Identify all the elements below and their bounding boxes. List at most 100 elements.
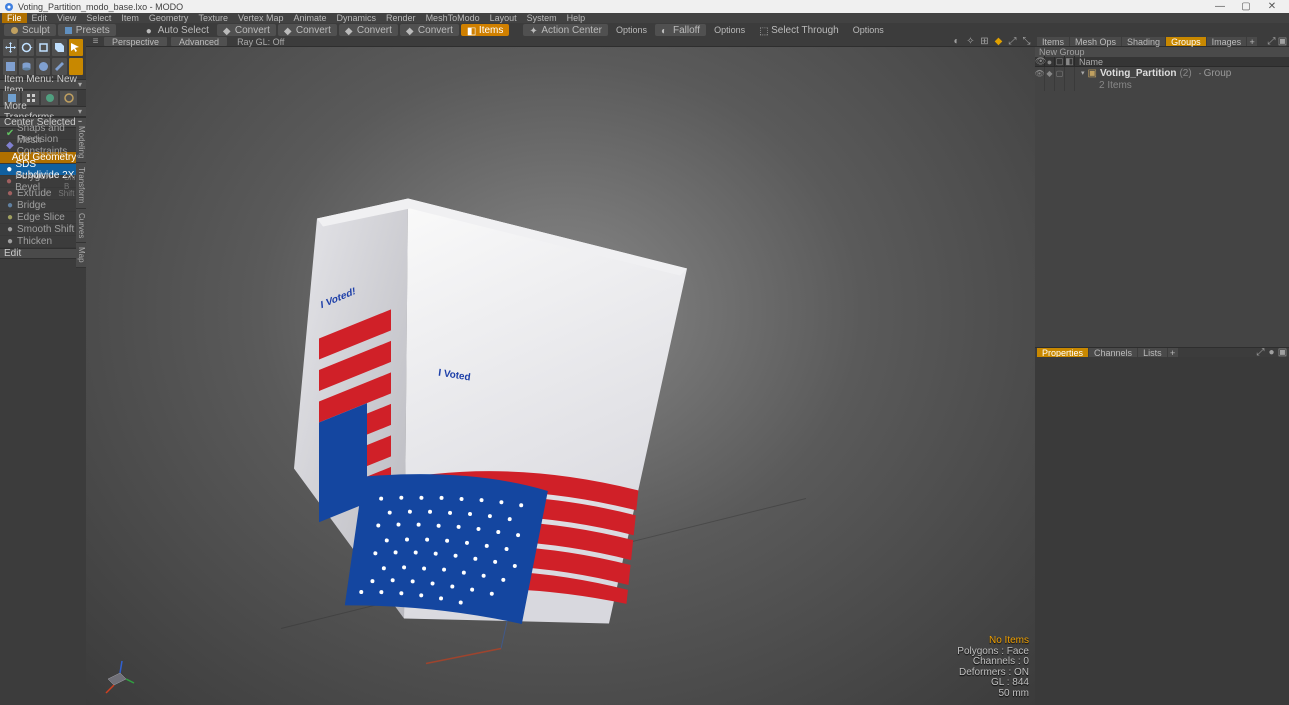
- tool-cylinder[interactable]: [19, 58, 33, 75]
- col-sel-icon[interactable]: ▢: [1055, 56, 1065, 67]
- item-menu-header[interactable]: Item Menu: New Item▾: [0, 79, 86, 90]
- col-lock-icon[interactable]: ●: [1045, 57, 1055, 67]
- window-title: Voting_Partition_modo_base.lxo - MODO: [18, 2, 1207, 12]
- props-dot-icon[interactable]: ●: [1267, 348, 1276, 357]
- 3d-viewport[interactable]: I Voted! I Voted: [86, 47, 1035, 705]
- tab-lists[interactable]: Lists: [1138, 348, 1167, 357]
- menu-render[interactable]: Render: [381, 13, 421, 23]
- edit-header[interactable]: Edit▾: [0, 248, 86, 259]
- view-advanced-tab[interactable]: Advanced: [171, 37, 227, 46]
- view-icon-6[interactable]: ⤡: [1022, 37, 1031, 46]
- viewport-menu-icon[interactable]: ≡: [91, 37, 100, 46]
- tab-add[interactable]: +: [1247, 37, 1257, 46]
- autoselect-icon: ●: [146, 26, 155, 35]
- dot-icon: ●: [6, 178, 12, 186]
- geom-thicken[interactable]: ●Thicken: [0, 236, 86, 248]
- view-icon-1[interactable]: ◐: [952, 37, 961, 46]
- tool-move[interactable]: [3, 39, 17, 56]
- left-panel: Item Menu: New Item▾ More Transforms▾ Ce…: [0, 37, 86, 705]
- view-icon-3[interactable]: ⊞: [980, 37, 989, 46]
- menu-layout[interactable]: Layout: [485, 13, 522, 23]
- view-icon-4[interactable]: ◆: [994, 37, 1003, 46]
- props-expand-icon[interactable]: ⤢: [1256, 348, 1265, 357]
- geom-bevel[interactable]: ●Polygon BevelShift B: [0, 176, 86, 188]
- menu-meshtomodo[interactable]: MeshToModo: [421, 13, 485, 23]
- menu-item[interactable]: Item: [116, 13, 144, 23]
- geom-bridge[interactable]: ●Bridge: [0, 200, 86, 212]
- select-through-icon: ⬚: [759, 26, 768, 35]
- menu-system[interactable]: System: [522, 13, 562, 23]
- geom-extrude[interactable]: ●ExtrudeShift X: [0, 188, 86, 200]
- tab-images[interactable]: Images: [1207, 37, 1247, 46]
- items-button[interactable]: ◧Items: [461, 24, 509, 36]
- menu-dynamics[interactable]: Dynamics: [332, 13, 382, 23]
- options-button-2[interactable]: Options: [708, 24, 751, 36]
- chevron-down-icon: ▾: [78, 80, 82, 89]
- menu-view[interactable]: View: [52, 13, 81, 23]
- panel-expand-icon[interactable]: ⤢: [1267, 37, 1276, 46]
- view-icon-5[interactable]: ⤢: [1008, 37, 1017, 46]
- menu-select[interactable]: Select: [81, 13, 116, 23]
- menu-vertex-map[interactable]: Vertex Map: [233, 13, 289, 23]
- tab-props-add[interactable]: +: [1168, 348, 1178, 357]
- properties-tabs: Properties Channels Lists + ⤢ ● ▣: [1035, 347, 1289, 357]
- props-close-icon[interactable]: ▣: [1278, 348, 1287, 357]
- convert-button-4[interactable]: ◆Convert: [400, 24, 459, 36]
- more-transforms-header[interactable]: More Transforms▾: [0, 106, 86, 117]
- item-tree: 👁◆▢ ▾ ▣ Voting_Partition (2) - Group 2 I…: [1035, 67, 1289, 347]
- tool-rotate[interactable]: [19, 39, 33, 56]
- tool-scale[interactable]: [36, 39, 50, 56]
- tab-items[interactable]: Items: [1037, 37, 1069, 46]
- tab-groups[interactable]: Groups: [1166, 37, 1206, 46]
- convert-button-2[interactable]: ◆Convert: [278, 24, 337, 36]
- ray-gl-label[interactable]: Ray GL: Off: [231, 37, 290, 47]
- falloff-icon: ◐: [661, 26, 670, 35]
- maximize-button[interactable]: ▢: [1233, 0, 1259, 13]
- tool-plane[interactable]: [52, 58, 66, 75]
- panel-close-icon[interactable]: ▣: [1278, 37, 1287, 46]
- items-icon: ◧: [467, 26, 476, 35]
- view-icon-2[interactable]: ✧: [966, 37, 975, 46]
- col-name[interactable]: Name: [1075, 57, 1289, 67]
- menu-edit[interactable]: Edit: [27, 13, 53, 23]
- sculpt-button[interactable]: Sculpt: [4, 24, 56, 36]
- view-perspective-tab[interactable]: Perspective: [104, 37, 167, 46]
- convert-button-3[interactable]: ◆Convert: [339, 24, 398, 36]
- menu-file[interactable]: File: [2, 13, 27, 23]
- axis-gizmo[interactable]: [96, 655, 136, 695]
- options-button-1[interactable]: Options: [610, 24, 653, 36]
- tool-transform[interactable]: [52, 39, 66, 56]
- col-vis-icon[interactable]: 👁: [1035, 56, 1045, 67]
- tab-properties[interactable]: Properties: [1037, 348, 1088, 357]
- geom-smooth-shift[interactable]: ●Smooth Shift: [0, 224, 86, 236]
- scene-render: I Voted! I Voted: [86, 47, 1035, 705]
- tree-root-row[interactable]: 👁◆▢ ▾ ▣ Voting_Partition (2) - Group: [1035, 67, 1289, 79]
- dot-icon: ●: [6, 166, 12, 174]
- tool-cube[interactable]: [3, 58, 17, 75]
- options-button-3[interactable]: Options: [847, 24, 890, 36]
- tab-channels[interactable]: Channels: [1089, 348, 1137, 357]
- tool-more[interactable]: [69, 58, 83, 75]
- convert-icon: ◆: [345, 26, 354, 35]
- menu-texture[interactable]: Texture: [193, 13, 233, 23]
- close-button[interactable]: ✕: [1259, 0, 1285, 13]
- col-color-icon[interactable]: ◧: [1065, 56, 1075, 67]
- menu-geometry[interactable]: Geometry: [144, 13, 194, 23]
- convert-button-1[interactable]: ◆Convert: [217, 24, 276, 36]
- minimize-button[interactable]: —: [1207, 0, 1233, 13]
- geom-edge-slice[interactable]: ●Edge Slice: [0, 212, 86, 224]
- chevron-down-icon: ▾: [1081, 69, 1085, 77]
- menu-help[interactable]: Help: [562, 13, 591, 23]
- auto-select-button[interactable]: ●Auto Select: [140, 24, 215, 36]
- menu-animate[interactable]: Animate: [288, 13, 331, 23]
- tab-mesh-ops[interactable]: Mesh Ops: [1070, 37, 1121, 46]
- falloff-button[interactable]: ◐Falloff: [655, 24, 706, 36]
- tool-select[interactable]: [69, 39, 83, 56]
- presets-button[interactable]: Presets: [58, 24, 116, 36]
- tool-sphere[interactable]: [36, 58, 50, 75]
- action-center-button[interactable]: ✦Action Center: [523, 24, 608, 36]
- tree-child-row[interactable]: 2 Items: [1035, 79, 1289, 91]
- select-through-button[interactable]: ⬚Select Through: [753, 24, 845, 36]
- mesh-constraints-item[interactable]: ◆Mesh Constraints: [0, 140, 86, 152]
- tab-shading[interactable]: Shading: [1122, 37, 1165, 46]
